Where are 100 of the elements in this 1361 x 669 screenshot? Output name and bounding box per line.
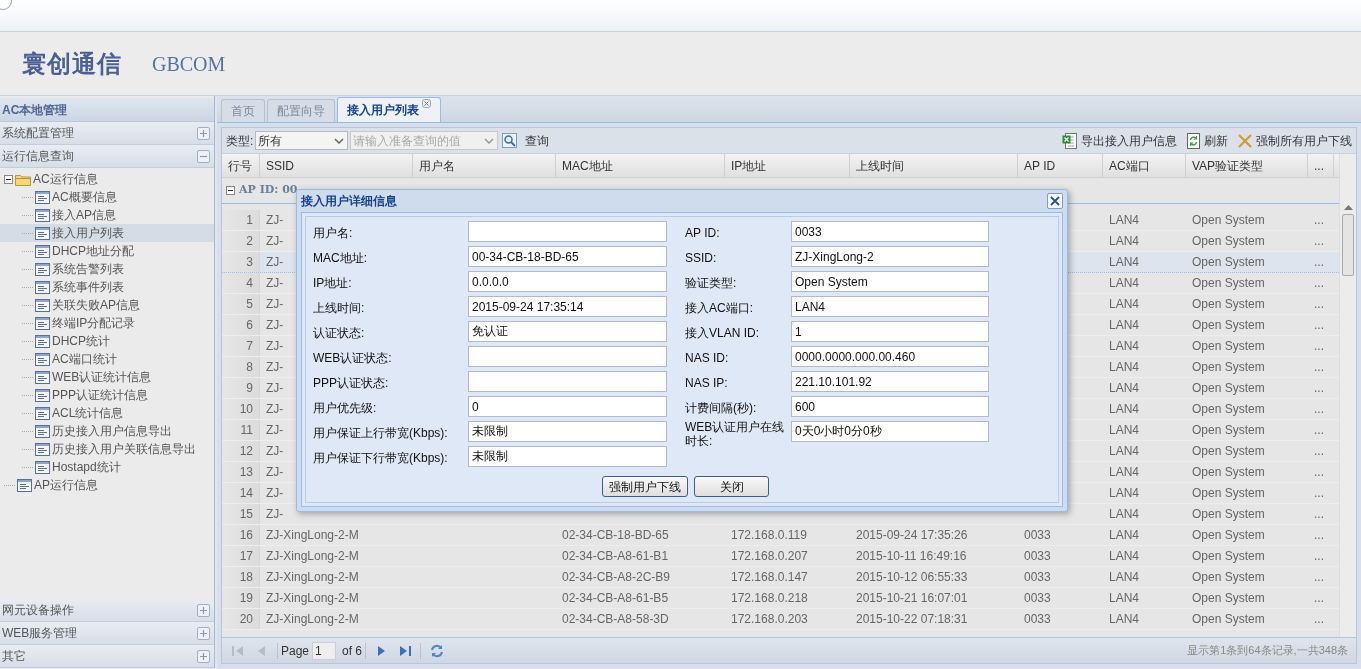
type-dropdown[interactable]: 所有: [255, 131, 349, 150]
table-cell-text: ...: [1314, 506, 1324, 523]
page-field[interactable]: 1: [312, 641, 337, 660]
accordion-header[interactable]: 系统配置管理: [0, 122, 214, 145]
tree-item[interactable]: DHCP地址分配: [52, 242, 134, 260]
collapse-icon[interactable]: [4, 174, 13, 184]
tree-item[interactable]: Hostapd统计: [52, 458, 121, 476]
text-field[interactable]: 0033: [791, 221, 989, 242]
column-header[interactable]: 用户名: [419, 156, 455, 175]
table-row[interactable]: 16 ZJ-XingLong-2-M 02-34-CB-18-BD-65 172.168.0.119 2015-09-24 17:35:26 0033 LAN4 Open System ...: [222, 525, 1339, 546]
table-cell-text: Open System: [1192, 527, 1265, 544]
tree-item[interactable]: 系统事件列表: [52, 278, 124, 296]
refresh-icon[interactable]: [429, 642, 446, 659]
table-row[interactable]: 19 ZJ-XingLong-2-M 02-34-CB-A8-61-B5 172.168.0.218 2015-10-21 16:07:01 0033 LAN4 Open System ...: [222, 588, 1339, 609]
expand-icon[interactable]: [197, 626, 210, 640]
tab[interactable]: 接入用户列表: [337, 97, 441, 122]
text-field[interactable]: 0天0小时0分0秒: [791, 421, 989, 442]
column-header[interactable]: SSID: [266, 156, 294, 175]
tree-item[interactable]: 系统告警列表: [52, 260, 124, 278]
field-label: 用户保证下行带宽(Kbps):: [313, 450, 449, 465]
expand-icon[interactable]: [197, 649, 210, 663]
table-cell-text: LAN4: [1109, 548, 1140, 565]
last-page-icon[interactable]: [398, 643, 413, 658]
tree-item[interactable]: AP运行信息: [34, 476, 98, 494]
tree-item[interactable]: 历史接入用户关联信息导出: [52, 440, 196, 458]
text-field[interactable]: [468, 371, 667, 392]
tree-item[interactable]: WEB认证统计信息: [52, 368, 152, 386]
table-cell-text: 172.168.0.119: [731, 527, 807, 544]
column-header[interactable]: ...: [1314, 156, 1324, 175]
force-offline-button[interactable]: 强制用户下线: [602, 476, 688, 497]
column-header[interactable]: AC端口: [1109, 156, 1150, 175]
tree-item[interactable]: 终端IP分配记录: [52, 314, 136, 332]
table-cell-text: ZJ-: [266, 338, 284, 355]
column-header[interactable]: AP ID: [1024, 156, 1056, 175]
accordion-header[interactable]: 网元设备操作: [0, 599, 214, 622]
tree-item[interactable]: 历史接入用户信息导出: [52, 422, 172, 440]
toolbar-button[interactable]: 刷新: [1187, 131, 1228, 150]
text-field[interactable]: [468, 346, 667, 367]
text-field[interactable]: 0.0.0.0: [468, 271, 667, 292]
tree-item[interactable]: AC端口统计: [52, 350, 117, 368]
table-cell-text: LAN4: [1109, 380, 1140, 397]
toolbar-button[interactable]: 强制所有用户下线: [1238, 131, 1352, 150]
text-field[interactable]: 600: [791, 396, 989, 417]
column-header[interactable]: MAC地址: [562, 156, 613, 175]
text-field[interactable]: 2015-09-24 17:35:14: [468, 296, 667, 317]
table-row[interactable]: 17 ZJ-XingLong-2-M 02-34-CB-A8-61-B1 172.168.0.207 2015-10-11 16:49:16 0033 LAN4 Open System ...: [222, 546, 1339, 567]
folder-icon: [15, 172, 31, 186]
text-field[interactable]: 1: [791, 321, 989, 342]
table-cell-text: 0033: [1024, 527, 1051, 544]
tree-item[interactable]: DHCP统计: [52, 332, 110, 350]
dialog-title: 接入用户详细信息: [301, 193, 397, 210]
refresh-icon: [1187, 132, 1200, 149]
close-button[interactable]: [1047, 193, 1063, 209]
table-cell-text: ZJ-: [266, 212, 284, 229]
accordion-header[interactable]: 运行信息查询: [0, 145, 214, 168]
column-header[interactable]: VAP验证类型: [1192, 156, 1264, 175]
scroll-thumb[interactable]: [1342, 214, 1354, 276]
text-field[interactable]: 免认证: [468, 321, 667, 342]
tree-item[interactable]: AC运行信息: [33, 170, 98, 188]
search-icon[interactable]: [502, 133, 518, 148]
text-field[interactable]: 未限制: [468, 421, 667, 442]
row-number: 2: [246, 233, 253, 250]
text-field[interactable]: 0: [468, 396, 667, 417]
tree-item[interactable]: 接入AP信息: [52, 206, 116, 224]
table-cell-text: ...: [1314, 317, 1324, 334]
close-button[interactable]: 关闭: [694, 476, 769, 497]
scroll-up-icon[interactable]: [1343, 204, 1353, 210]
column-header[interactable]: 上线时间: [856, 156, 904, 175]
search-dropdown[interactable]: 请输入准备查询的值: [350, 131, 499, 150]
tree-item[interactable]: 关联失败AP信息: [52, 296, 140, 314]
search-button[interactable]: 查询: [525, 131, 550, 150]
expand-icon[interactable]: [197, 603, 210, 617]
text-field[interactable]: Open System: [791, 271, 989, 292]
text-field[interactable]: 00-34-CB-18-BD-65: [468, 246, 667, 267]
table-row[interactable]: 18 ZJ-XingLong-2-M 02-34-CB-A8-2C-B9 172.168.0.147 2015-10-12 06:55:33 0033 LAN4 Open System ...: [222, 567, 1339, 588]
expand-icon[interactable]: [197, 126, 210, 140]
text-field[interactable]: [468, 221, 667, 242]
tree-item[interactable]: PPP认证统计信息: [52, 386, 148, 404]
text-field[interactable]: ZJ-XingLong-2: [791, 246, 989, 267]
table-cell-text: LAN4: [1109, 527, 1140, 544]
tree-item[interactable]: AC概要信息: [52, 188, 117, 206]
toolbar-button[interactable]: 导出接入用户信息: [1062, 131, 1177, 150]
table-cell-text: ZJ-: [266, 380, 284, 397]
text-field[interactable]: 221.10.101.92: [791, 371, 989, 392]
column-header[interactable]: 行号: [228, 156, 252, 175]
text-field[interactable]: 未限制: [468, 446, 667, 467]
document-icon: [35, 460, 50, 474]
column-header[interactable]: IP地址: [731, 156, 767, 175]
close-icon[interactable]: [422, 99, 431, 108]
text-field[interactable]: 0000.0000.000.00.460: [791, 346, 989, 367]
table-cell-text: ...: [1314, 254, 1324, 271]
scrollbar[interactable]: [1339, 154, 1356, 637]
spreadsheet-icon: [1062, 132, 1077, 149]
table-row[interactable]: 20 ZJ-XingLong-2-M 02-34-CB-A8-58-3D 172.168.0.203 2015-10-22 07:18:31 0033 LAN4 Open System ...: [222, 609, 1339, 630]
accordion-header[interactable]: 其它: [0, 645, 214, 668]
collapse-icon[interactable]: [226, 186, 235, 195]
page-label: Page: [281, 642, 310, 660]
accordion-header[interactable]: WEB服务管理: [0, 622, 214, 645]
tree-item[interactable]: ACL统计信息: [52, 404, 124, 422]
text-field[interactable]: LAN4: [791, 296, 989, 317]
